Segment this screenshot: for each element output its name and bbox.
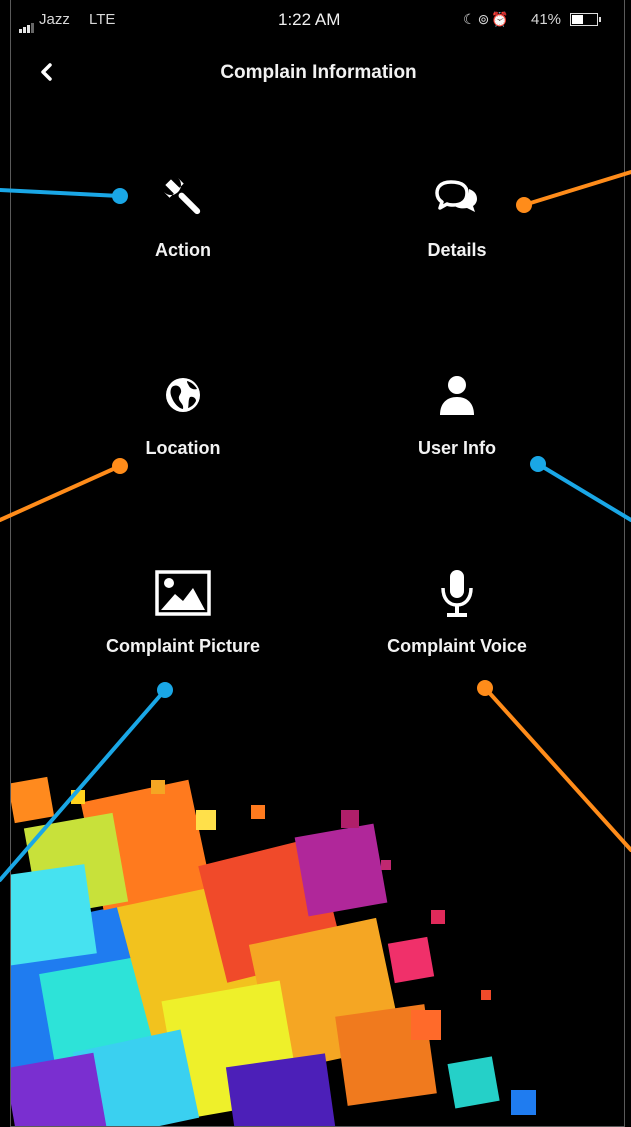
picture-icon	[73, 568, 293, 618]
status-icons: ☾⊚⏰	[463, 11, 511, 28]
lock-rotation-icon: ⊚	[477, 11, 492, 27]
page-title: Complain Information	[220, 62, 417, 83]
complaint-picture-label: Complaint Picture	[105, 636, 261, 656]
network-type: LTE	[89, 11, 116, 28]
signal-icon	[19, 16, 35, 33]
status-bar: Jazz LTE 1:22 AM ☾⊚⏰ 41%	[11, 0, 624, 40]
user-icon	[347, 370, 567, 420]
carrier-name: Jazz	[39, 11, 70, 28]
battery-icon	[570, 13, 598, 26]
location-label: Location	[145, 438, 221, 458]
details-button[interactable]: Details	[347, 172, 567, 292]
complaint-voice-button[interactable]: Complaint Voice	[347, 568, 567, 688]
alarm-icon: ⏰	[491, 11, 511, 27]
microphone-icon	[347, 568, 567, 618]
colorful-squares	[11, 776, 536, 1126]
user-info-button[interactable]: User Info	[347, 370, 567, 490]
user-info-label: User Info	[417, 438, 496, 458]
chat-bubbles-icon	[347, 172, 567, 222]
clock: 1:22 AM	[278, 10, 341, 29]
action-button[interactable]: Action	[73, 172, 293, 292]
phone-screen: Jazz LTE 1:22 AM ☾⊚⏰ 41% Complain Inform…	[10, 0, 625, 1127]
globe-icon	[73, 370, 293, 420]
decorative-squares-background	[11, 776, 536, 1126]
moon-icon: ☾	[463, 11, 478, 27]
battery-level	[572, 15, 583, 24]
complaint-picture-button[interactable]: Complaint Picture	[73, 568, 293, 688]
battery-nub	[599, 17, 601, 22]
wrench-icon	[73, 172, 293, 222]
complaint-voice-label: Complaint Voice	[387, 636, 527, 656]
battery-percent: 41%	[531, 11, 562, 28]
action-label: Action	[155, 240, 211, 260]
details-label: Details	[427, 240, 487, 260]
location-button[interactable]: Location	[73, 370, 293, 490]
